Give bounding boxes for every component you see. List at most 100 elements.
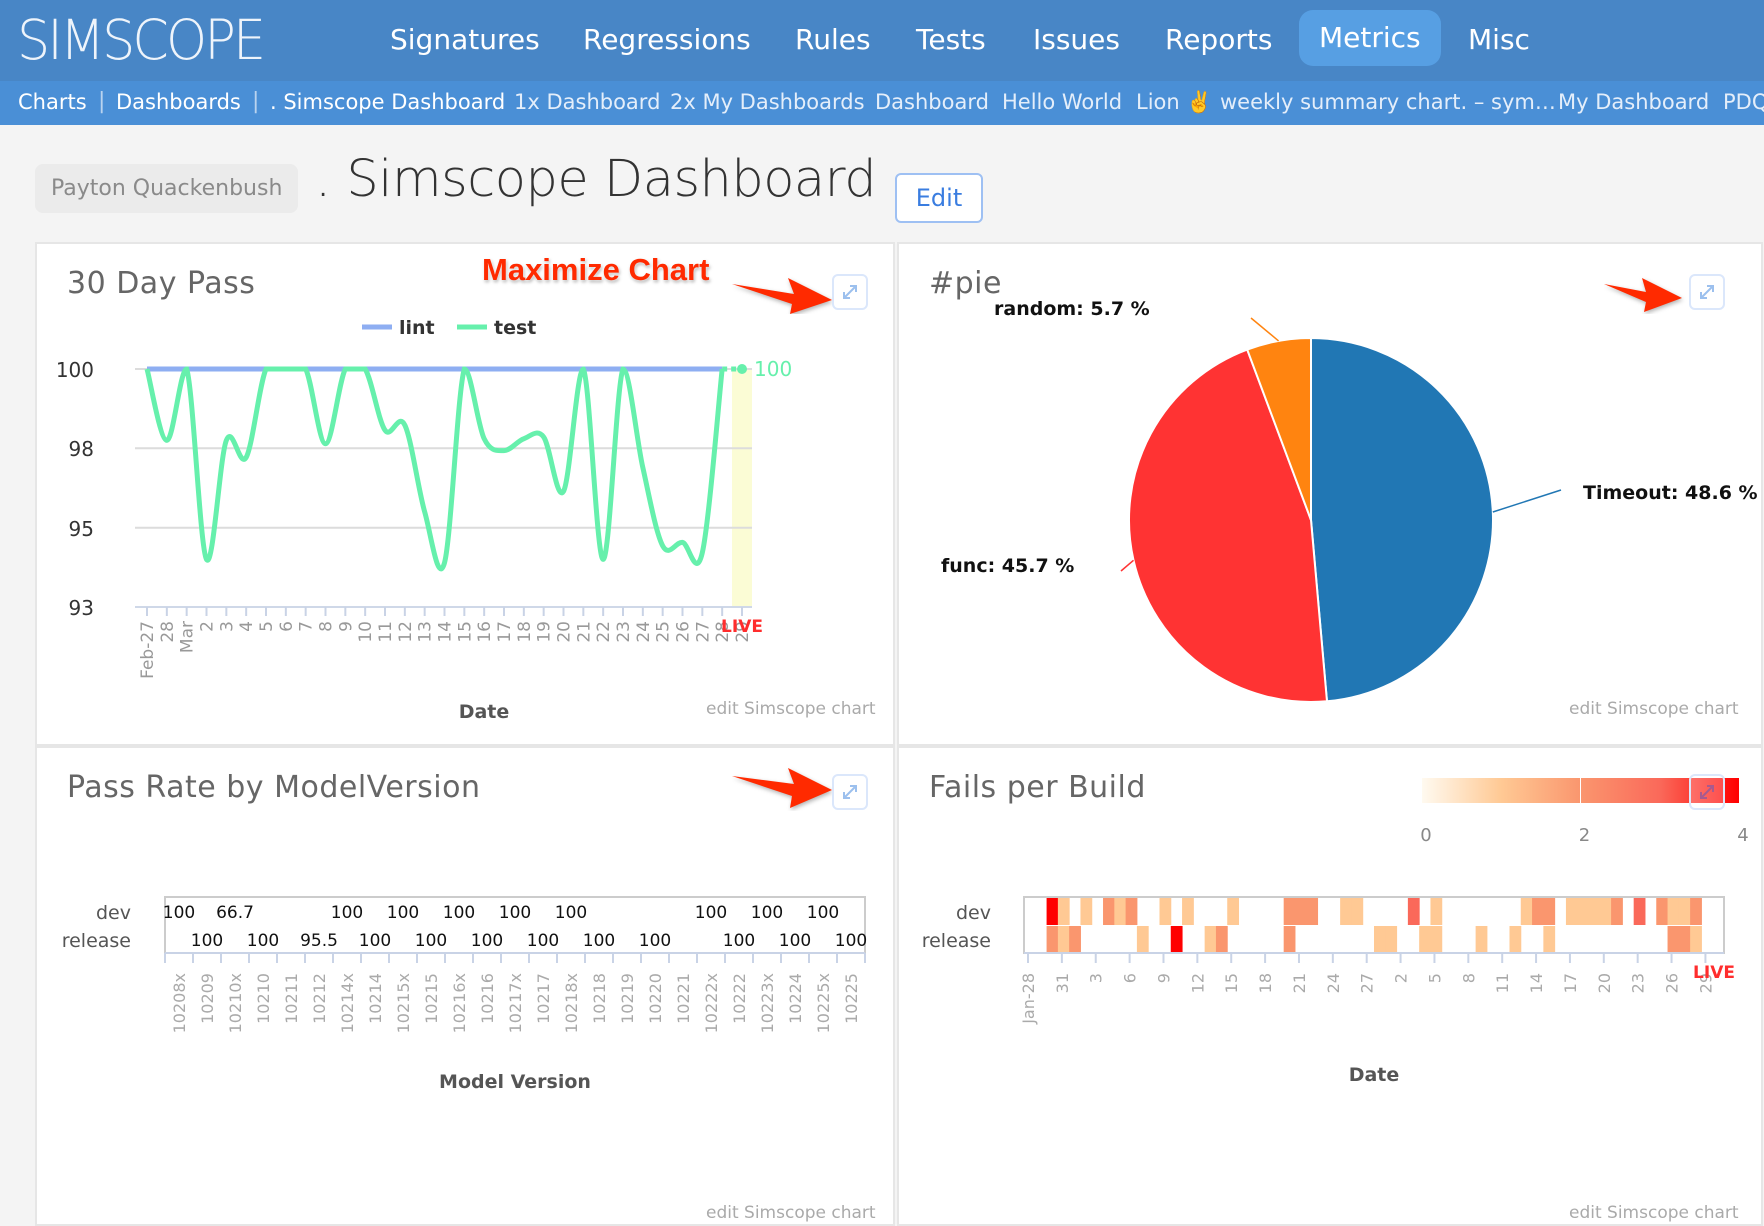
subnav-1x-dashboard[interactable]: 1x Dashboard <box>514 90 660 114</box>
heatmap-cell <box>1340 898 1352 925</box>
edit-button[interactable]: Edit <box>895 173 983 223</box>
heatmap-cell <box>1069 926 1081 953</box>
subnav-lion[interactable]: Lion <box>1136 90 1180 114</box>
cell-value: 100 <box>807 903 839 923</box>
x-tick-label: Mar <box>178 621 198 653</box>
x-tick-label: 5 <box>1425 973 1444 983</box>
x-tick-label: 10218 <box>590 973 609 1024</box>
cell-value: 100 <box>639 931 671 951</box>
heatmap-cell <box>1283 898 1296 925</box>
nav-issues[interactable]: Issues <box>1031 20 1122 60</box>
x-axis-title: Date <box>1349 1064 1400 1086</box>
x-tick-label: 10214x <box>338 973 357 1033</box>
edit-chart-link[interactable]: edit Simscope chart <box>1569 1203 1739 1223</box>
live-point <box>737 364 747 374</box>
subnav-pdq[interactable]: PDQ <box>1723 90 1764 114</box>
x-tick-label: 10219 <box>618 973 637 1024</box>
heatmap-cell <box>1509 926 1522 953</box>
x-tick-label: 10214 <box>366 973 385 1024</box>
heatmap-cell <box>1532 898 1544 925</box>
heatmap-cell <box>1080 898 1093 925</box>
chart-panel-pie: #pie Timeout: 48.6 % func: 45.7 % random: … <box>897 242 1763 746</box>
cell-value: 100 <box>499 903 531 923</box>
heatmap-cell <box>1385 926 1398 953</box>
x-tick-label: 22 <box>594 621 614 643</box>
subnav-dashboards[interactable]: Dashboards <box>116 90 241 114</box>
legend-label-lint: lint <box>399 317 435 339</box>
heatmap-cell <box>1678 926 1691 953</box>
x-tick-label: 3 <box>1087 973 1106 983</box>
heatmap-cell <box>1667 898 1680 925</box>
x-tick-label: 25 <box>654 621 674 643</box>
simscope-logo[interactable]: SIMSCOPE <box>17 8 266 72</box>
x-tick-label: 20 <box>555 621 575 643</box>
pie-chart: Timeout: 48.6 % func: 45.7 % random: 5.7 % <box>941 298 1758 703</box>
nav-misc[interactable]: Misc <box>1466 20 1532 60</box>
cell-value: 100 <box>331 903 363 923</box>
x-tick-label: 14 <box>1527 973 1546 993</box>
owner-badge[interactable]: Payton Quackenbush <box>35 164 299 213</box>
x-tick-label: 26 <box>1663 973 1682 993</box>
dashboard-subnav: Charts | Dashboards | . Simscope Dashboa… <box>0 81 1764 125</box>
subnav-2x-my-dashboards[interactable]: 2x My Dashboards <box>670 90 865 114</box>
cell-value: 95.5 <box>300 931 338 951</box>
x-tick-label: 17 <box>1561 973 1580 993</box>
nav-signatures[interactable]: Signatures <box>388 20 542 60</box>
subnav-my-dashboard[interactable]: My Dashboard <box>1558 90 1709 114</box>
pie-label: random: 5.7 % <box>994 298 1150 320</box>
heatmap-cell <box>1351 898 1364 925</box>
nav-regressions[interactable]: Regressions <box>581 20 753 60</box>
edit-chart-link[interactable]: edit Simscope chart <box>706 699 876 719</box>
x-tick-label: 10210x <box>226 973 245 1033</box>
nav-rules[interactable]: Rules <box>793 20 873 60</box>
top-navbar: SIMSCOPE Signatures Regressions Rules Te… <box>0 0 1764 81</box>
heatmap-cell <box>1170 926 1183 953</box>
victory-hand-icon: ✌️ <box>1186 90 1213 114</box>
x-tick-label: 8 <box>317 621 337 632</box>
x-tick-label: 10222 <box>730 973 749 1024</box>
subnav-charts[interactable]: Charts <box>18 90 87 114</box>
x-tick-label: 28 <box>158 621 178 643</box>
x-tick-label: 9 <box>1154 973 1173 983</box>
x-tick-label: 10211 <box>282 973 301 1024</box>
x-tick-label: 10220 <box>646 973 665 1024</box>
nav-reports[interactable]: Reports <box>1163 20 1274 60</box>
x-tick-label: 10209 <box>198 973 217 1024</box>
pie-connector <box>1492 489 1562 513</box>
x-axis-title: Date <box>459 701 510 723</box>
fails-heatmap: 0 2 4devreleaseJan-28 31 3 6 9 12 15 18 21 24 27 2 5 8 1… <box>922 778 1749 1086</box>
subnav-dashboard[interactable]: Dashboard <box>875 90 989 114</box>
heatmap-cell <box>1306 898 1319 925</box>
subnav-hello-world[interactable]: Hello World <box>1002 90 1122 114</box>
x-tick-label: 6 <box>1121 973 1140 983</box>
x-tick-label: 23 <box>1629 973 1648 993</box>
x-tick-label: 10215 <box>422 973 441 1024</box>
maximize-chart-button[interactable] <box>1689 774 1725 810</box>
subnav-simscope-dashboard[interactable]: . Simscope Dashboard <box>270 90 505 114</box>
x-tick-label: 10 <box>356 621 376 643</box>
heatmap-cell <box>1103 898 1115 925</box>
x-tick-label: 4 <box>237 621 257 632</box>
x-tick-label: 16 <box>475 621 495 643</box>
nav-tests[interactable]: Tests <box>914 20 988 60</box>
x-tick-label: 27 <box>693 621 713 643</box>
heatmap-cell <box>1430 898 1443 925</box>
pie-connector <box>1120 559 1134 572</box>
pass-rate-heatmap: dev release 10208x 10209 10210x 10210 10211 102… <box>62 896 867 1093</box>
page-title: . Simscope Dashboard <box>315 150 877 209</box>
nav-metrics[interactable]: Metrics <box>1299 10 1441 66</box>
x-tick-label: 10210 <box>254 973 273 1024</box>
heatmap-cell <box>1046 898 1059 925</box>
x-tick-label: 10222x <box>702 973 721 1033</box>
row-label: dev <box>96 902 131 924</box>
heatmap-cell <box>1215 926 1228 953</box>
heatmap-cell <box>1690 898 1702 925</box>
series-line-test <box>144 366 725 572</box>
x-tick-label: 12 <box>1188 973 1207 993</box>
heatmap-cell <box>1283 926 1296 953</box>
x-tick-label: 24 <box>634 621 654 643</box>
edit-chart-link[interactable]: edit Simscope chart <box>1569 699 1739 719</box>
heatmap-cell <box>1057 898 1070 925</box>
edit-chart-link[interactable]: edit Simscope chart <box>706 1203 876 1223</box>
subnav-weekly-summary[interactable]: weekly summary chart. – sym… <box>1220 90 1556 114</box>
